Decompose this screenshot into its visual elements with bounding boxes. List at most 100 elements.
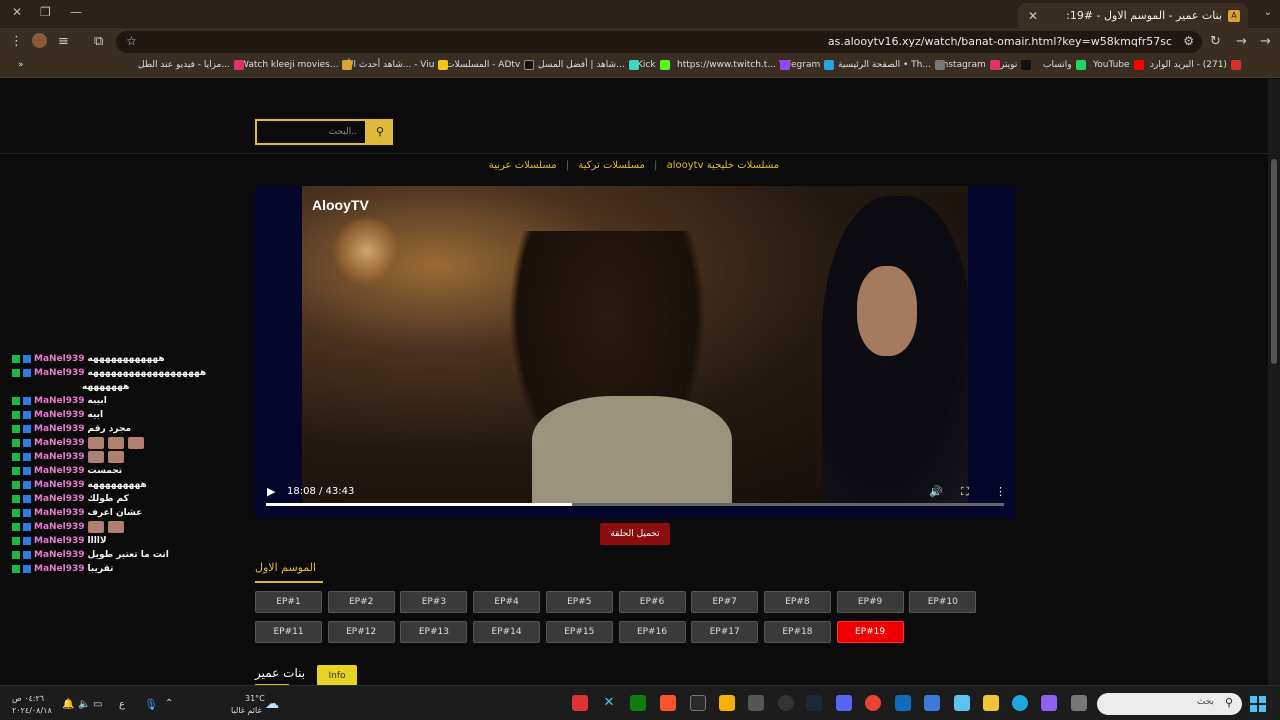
bookmark-item[interactable]: شاهد أحدث الأع... - Viu [343,60,449,70]
chat-username[interactable]: MaNel939 [34,424,85,434]
bookmark-item[interactable]: واتساب [1043,60,1086,70]
outlook-icon[interactable] [895,695,911,711]
minimize-icon[interactable]: ✕ [12,5,22,19]
site-settings-icon[interactable]: ⚙ [1183,34,1194,48]
episode-button[interactable]: EP#14 [473,621,541,643]
episode-button[interactable]: EP#7 [691,591,759,613]
microphone-icon[interactable]: 🎙 [144,698,158,711]
clock-time[interactable]: ٠٤:٢٦ ص [12,694,44,703]
brave-icon[interactable] [660,695,676,711]
site-search-input[interactable]: البحث.. [255,119,367,145]
chat-username[interactable]: MaNel939 [34,508,85,518]
store-icon[interactable] [924,695,940,711]
back-icon[interactable]: → [1260,34,1271,49]
perplexity-icon[interactable]: ✕ [601,695,617,711]
bookmark-item[interactable]: https://www.twitch.t... [677,60,790,70]
forward-icon[interactable]: → [1236,34,1247,49]
episode-button[interactable]: EP#5 [545,591,613,613]
bookmark-item[interactable]: YouTube [1093,60,1144,70]
menu-icon[interactable]: ⋮ [10,34,23,49]
fullscreen-icon[interactable]: ⛶ [961,485,969,499]
restore-icon[interactable]: ❐ [40,5,51,19]
start-button[interactable] [1250,696,1266,712]
search-button[interactable]: ⚲ [367,119,393,145]
edge-icon[interactable] [1012,695,1028,711]
unity-icon[interactable] [748,695,764,711]
chat-username[interactable]: MaNel939 [34,536,85,546]
chat-username[interactable]: MaNel939 [34,550,85,560]
bookmark-item[interactable]: Kick [637,60,670,70]
app-icon[interactable] [572,695,588,711]
chat-username[interactable]: MaNel939 [34,466,85,476]
bookmark-star-icon[interactable]: ☆ [126,34,137,48]
episode-button[interactable]: EP#8 [763,591,831,613]
category-link-gulf[interactable]: alooytv مسلسلات خليجية [667,160,780,171]
weather-temp[interactable]: 31°C [245,694,265,703]
url-text[interactable]: as.alooytv16.xyz/watch/banat-omair.html?… [828,35,1172,48]
tab-close-icon[interactable]: ✕ [1026,9,1040,23]
episode-button[interactable]: EP#16 [618,621,686,643]
info-button[interactable]: Info [317,665,357,687]
episode-button[interactable]: EP#17 [691,621,759,643]
episode-button[interactable]: EP#11 [255,621,322,643]
epic-games-icon[interactable] [690,695,706,711]
episode-button[interactable]: EP#2 [327,591,395,613]
page-scrollbar[interactable] [1268,79,1280,685]
episode-button[interactable]: EP#18 [763,621,831,643]
bookmark-item[interactable]: المسلسلات - ADtv [446,60,535,70]
chrome-icon[interactable] [865,695,881,711]
tray-expand-icon[interactable]: ⌃ [165,698,173,709]
reading-list-icon[interactable]: ≡ [58,34,69,49]
obs-icon[interactable] [778,695,794,711]
episode-button[interactable]: EP#6 [618,591,686,613]
episode-button[interactable]: EP#12 [327,621,395,643]
chat-username[interactable]: MaNel939 [34,396,85,406]
active-tab[interactable]: A بنات عمير - الموسم الاول - #19: ✕ [1018,3,1248,28]
network-icon[interactable]: ▭ [93,699,102,710]
category-link-arabic[interactable]: مسلسلات عربية [489,160,557,171]
weather-desc[interactable]: غائم غالبا [231,706,262,715]
discord-icon[interactable] [836,695,852,711]
tab-search-icon[interactable]: ⌄ [1264,7,1272,18]
volume-tray-icon[interactable]: 🔈 [78,699,90,710]
chat-username[interactable]: MaNel939 [34,438,85,448]
play-icon[interactable]: ▶ [267,485,275,498]
close-window-icon[interactable]: — [70,5,82,19]
bookmark-item[interactable]: البريد الوارد ‎- (271) [1150,60,1241,70]
chat-username[interactable]: MaNel939 [34,480,85,490]
more-options-icon[interactable]: ⋮ [995,485,1006,498]
bookmark-item[interactable]: Instagram [940,60,1000,70]
category-link-turkish[interactable]: مسلسلات تركية [578,160,645,171]
chat-username[interactable]: MaNel939 [34,368,85,378]
reload-icon[interactable]: ↻ [1210,34,1221,49]
bookmark-item[interactable]: Watch kleeji movies... [240,60,353,70]
seek-bar[interactable] [266,503,1004,506]
extensions-icon[interactable]: ⧉ [94,34,103,49]
episode-button[interactable]: EP#3 [400,591,468,613]
episode-button[interactable]: EP#1 [255,591,322,613]
address-bar[interactable]: ☆ as.alooytv16.xyz/watch/banat-omair.htm… [116,31,1202,53]
chat-username[interactable]: MaNel939 [34,564,85,574]
scrollbar-thumb[interactable] [1271,159,1277,364]
notification-icon[interactable]: 🔔 [62,699,74,710]
clock-date[interactable]: ٢٠٢٤/٠٨/١٨ [12,706,52,715]
episode-button[interactable]: EP#10 [909,591,977,613]
chat-username[interactable]: MaNel939 [34,354,85,364]
taskbar-search[interactable]: بحث ⚲ [1097,693,1242,715]
task-view-icon[interactable] [1071,695,1087,711]
bookmark-item[interactable]: تويتر [1000,60,1032,70]
chat-username[interactable]: MaNel939 [34,522,85,532]
chat-username[interactable]: MaNel939 [34,494,85,504]
input-language[interactable]: ع [119,699,125,710]
rockstar-icon[interactable] [719,695,735,711]
profile-avatar[interactable] [32,33,47,48]
episode-button[interactable]: EP#15 [545,621,613,643]
video-player[interactable]: AlooyTV ▶ 18:08 / 43:43 🔊 ⛶ ⋮ [255,186,1015,519]
xbox-icon[interactable] [630,695,646,711]
bookmark-item[interactable]: مزايا - فيديو عند الطل... [138,60,244,70]
episode-button[interactable]: EP#4 [473,591,541,613]
bookmarks-overflow-icon[interactable]: » [18,60,24,70]
copilot-icon[interactable] [1041,695,1057,711]
file-explorer-icon[interactable] [983,695,999,711]
download-episode-button[interactable]: تحميل الحلقة [600,523,670,545]
